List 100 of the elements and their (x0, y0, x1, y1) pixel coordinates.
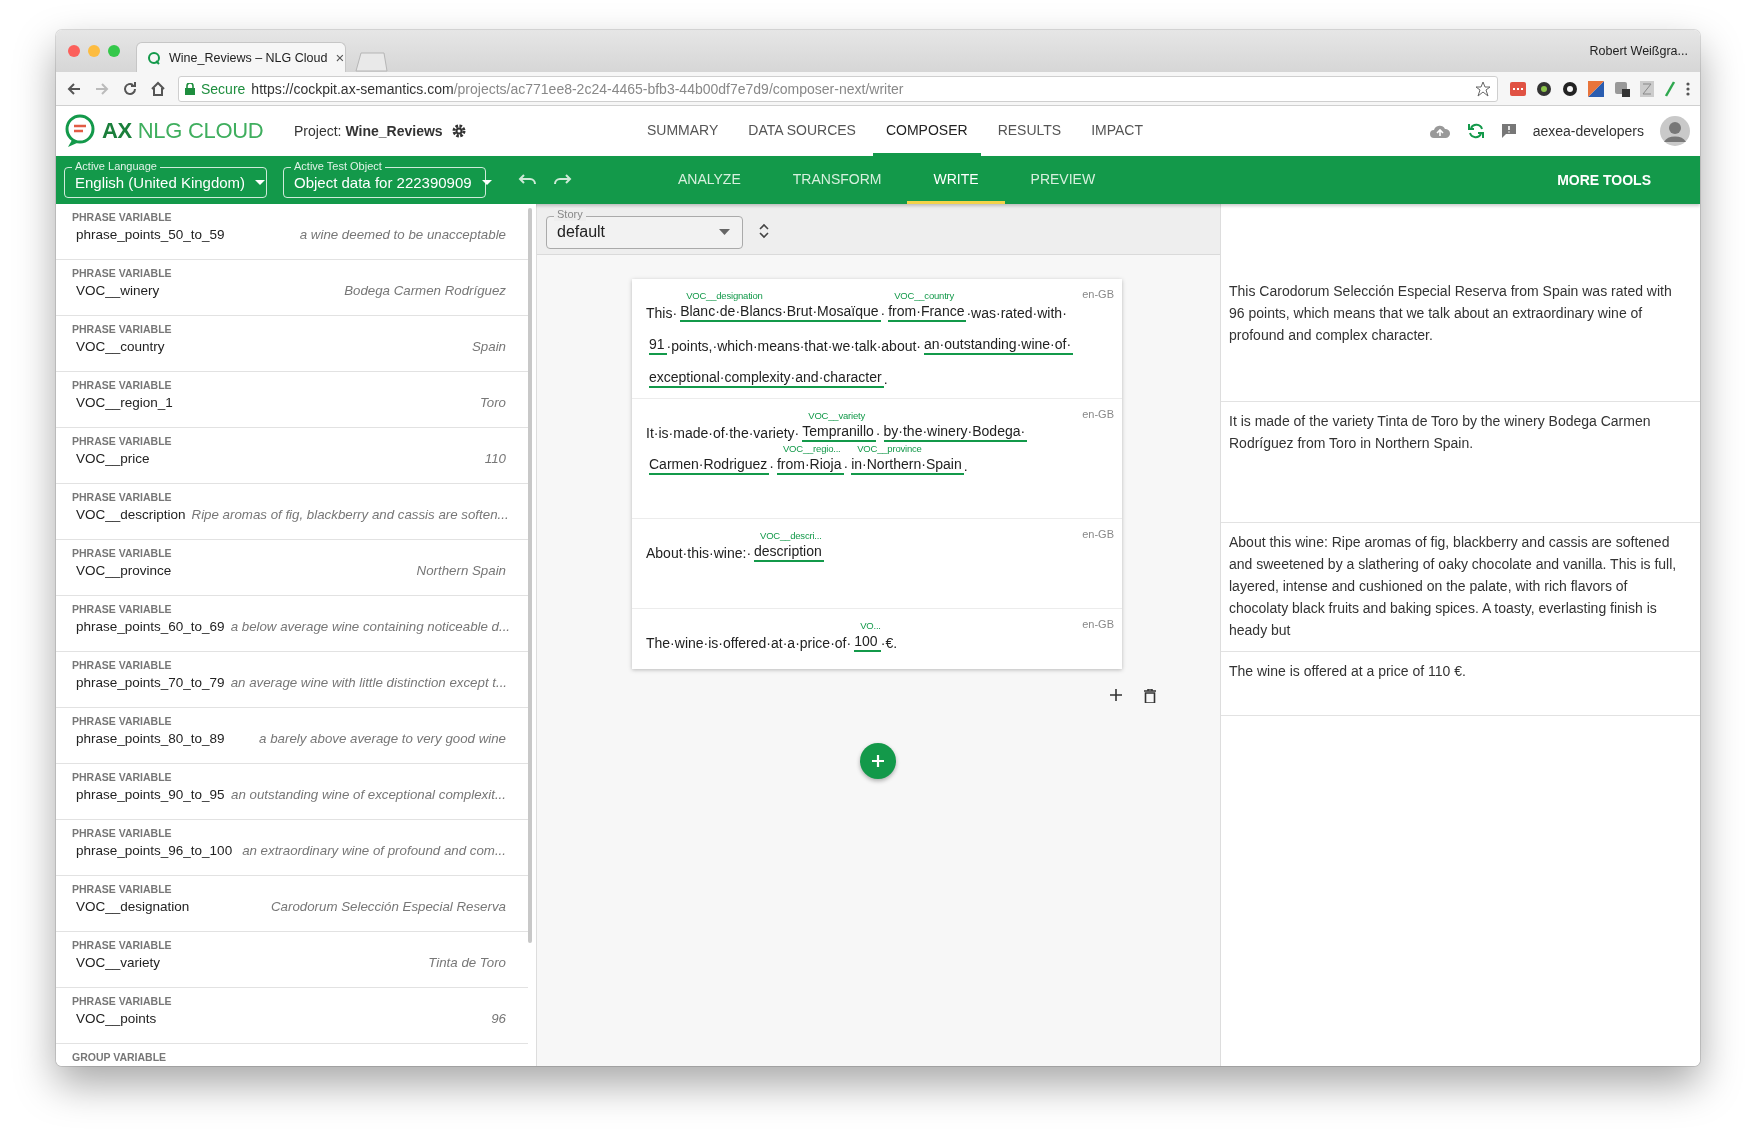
star-icon[interactable] (1475, 80, 1491, 97)
tab-close-button[interactable]: × (335, 49, 345, 66)
variable-name[interactable]: VOC__variety (72, 955, 161, 970)
variable-name[interactable]: VOC__province (72, 563, 172, 578)
variable-token[interactable]: an·outstanding·wine·of· (924, 335, 1074, 355)
sentence-fragment[interactable]: This· (646, 304, 678, 322)
undo-icon[interactable] (518, 174, 536, 186)
variable-name[interactable]: phrase_points_96_to_100 (72, 843, 233, 858)
sentence-fragment[interactable]: · (769, 457, 774, 475)
variable-name[interactable]: VOC__country (72, 339, 165, 354)
feedback-icon[interactable] (1500, 123, 1517, 139)
variable-value: Tinta de Toro (428, 955, 506, 970)
sentence-fragment[interactable]: About·this·wine:· (646, 544, 752, 562)
variable-token[interactable]: VO... 100 (854, 620, 881, 652)
variable-token[interactable]: VOC__country from·France (888, 290, 967, 322)
redo-icon[interactable] (554, 174, 572, 186)
variable-value: Toro (479, 395, 506, 410)
variable-token[interactable]: VOC__province in·Northern·Spain (851, 443, 964, 475)
settings-icon[interactable] (450, 123, 467, 139)
nav-tab[interactable]: RESULTS (984, 106, 1075, 156)
extension-icon[interactable] (1536, 80, 1552, 97)
back-icon[interactable] (66, 80, 82, 97)
variable-value: an average wine with little distinction except t... (230, 675, 508, 690)
variable-type: PHRASE VARIABLE (72, 939, 172, 951)
variable-label: VO... (859, 620, 881, 632)
nav-tab[interactable]: IMPACT (1078, 106, 1157, 156)
variable-value: an extraordinary wine of profound and com... (242, 843, 506, 858)
sentence-fragment[interactable]: It·is·made·of·the·variety· (646, 424, 800, 442)
browser-tab[interactable]: Wine_Reviews – NLG Cloud × (136, 42, 346, 72)
dropdown-icon (719, 229, 730, 235)
extension-icon[interactable] (1588, 80, 1604, 97)
variable-name[interactable]: VOC__winery (72, 283, 160, 298)
variable-type: PHRASE VARIABLE (72, 659, 172, 671)
variable-token[interactable]: 91 (649, 335, 667, 355)
reload-icon[interactable] (122, 80, 138, 97)
sentence-fragment[interactable]: . (963, 457, 968, 475)
variable-name[interactable]: VOC__description (72, 507, 186, 522)
close-light-icon[interactable] (68, 45, 80, 57)
project-name: Wine_Reviews (345, 123, 443, 139)
variable-type: PHRASE VARIABLE (72, 715, 172, 727)
sentence-fragment[interactable]: ·was·rated·with· (966, 304, 1067, 322)
variable-name[interactable]: VOC__price (72, 451, 150, 466)
variable-label: VOC__province (856, 443, 922, 455)
add-icon[interactable] (1110, 689, 1122, 701)
locale-label: en-GB (1082, 287, 1114, 301)
sentence-fragment[interactable]: · (875, 424, 881, 442)
variable-value: 96 (491, 1011, 506, 1026)
extension-icon[interactable] (1614, 80, 1630, 97)
preview-text: This Carodorum Selección Especial Reserva from Spain was rated with 96 points, which means that we talk about an extraordinary wine of profound and complex character. (1229, 282, 1673, 345)
home-icon[interactable] (150, 80, 166, 97)
variable-name[interactable]: phrase_points_90_to_95 (72, 787, 225, 802)
variable-value: a wine deemed to be unacceptable (299, 227, 506, 242)
variable-label: VOC__country (893, 290, 955, 302)
trash-icon[interactable] (1144, 689, 1156, 703)
scrollbar[interactable] (528, 208, 532, 943)
variable-value: 110 (484, 451, 506, 466)
sentence-fragment[interactable]: The·wine·is·offered·at·a·price·of· (646, 634, 852, 652)
variable-token[interactable]: exceptional·complexity·and·character (649, 368, 884, 388)
more-tools-button[interactable]: MORE TOOLS (1551, 171, 1657, 189)
address-bar[interactable]: Secure https://cockpit.ax-semantics.com/projects/ac771ee8-2c24-4465-bfb3-44b00df7e7d9/composer-next/writer (178, 75, 1498, 102)
sentence-fragment[interactable]: ·points,·which·means·that·we·talk·about· (666, 337, 921, 355)
variable-type: PHRASE VARIABLE (72, 883, 172, 895)
sentence-fragment[interactable]: · (880, 304, 886, 322)
variable-token[interactable]: VOC__descri... description (754, 530, 824, 562)
variable-token[interactable]: Carmen·Rodriguez (649, 455, 770, 475)
cloud-upload-icon[interactable] (1428, 123, 1451, 139)
variable-token[interactable]: VOC__designation Blanc·de·Blancs·Brut·Mosaïque (680, 290, 881, 322)
profile-name[interactable]: Robert Weißgra... (1589, 44, 1688, 58)
project-label: Project: (294, 123, 342, 139)
variable-value: Ripe aromas of fig, blackberry and cassis are soften... (191, 507, 509, 522)
variable-name[interactable]: phrase_points_70_to_79 (72, 675, 225, 690)
variable-label: VOC__variety (807, 410, 865, 422)
menu-icon[interactable] (1686, 80, 1690, 97)
variable-token[interactable]: by·the·winery·Bodega· (883, 422, 1028, 442)
variable-name[interactable]: phrase_points_50_to_59 (72, 227, 225, 242)
sentence-fragment[interactable]: ·€. (880, 634, 898, 652)
sort-icon[interactable] (759, 223, 769, 239)
variable-label: VOC__descri... (759, 530, 822, 542)
nav-tab[interactable]: DATA SOURCES (735, 106, 869, 156)
sync-icon[interactable] (1466, 122, 1485, 140)
variable-name[interactable]: VOC__region_1 (72, 395, 173, 410)
avatar-icon[interactable] (1660, 116, 1690, 146)
add-sentence-button[interactable] (860, 743, 896, 779)
variable-token[interactable]: VOC__regio... from·Rioja (776, 443, 844, 475)
variable-name[interactable]: phrase_points_80_to_89 (72, 731, 225, 746)
variable-type: PHRASE VARIABLE (72, 323, 172, 335)
sentence-fragment[interactable]: · (843, 457, 849, 475)
locale-label: en-GB (1082, 617, 1114, 631)
user-name[interactable]: aexea-developers (1532, 123, 1644, 139)
variable-type: GROUP VARIABLE (72, 1051, 167, 1063)
variable-name[interactable]: phrase_points_60_to_69 (72, 619, 225, 634)
variable-type: PHRASE VARIABLE (72, 379, 172, 391)
variable-name[interactable]: VOC__points (72, 1011, 157, 1026)
sentence-fragment[interactable]: . (883, 370, 888, 388)
nav-tab[interactable]: SUMMARY (634, 106, 732, 156)
variable-value: Bodega Carmen Rodríguez (344, 283, 506, 298)
variable-name[interactable]: VOC__designation (72, 899, 190, 914)
variable-type: PHRASE VARIABLE (72, 211, 172, 223)
variable-token[interactable]: VOC__variety Tempranillo (802, 410, 876, 442)
app-logo: AX NLG CLOUD (102, 118, 264, 144)
